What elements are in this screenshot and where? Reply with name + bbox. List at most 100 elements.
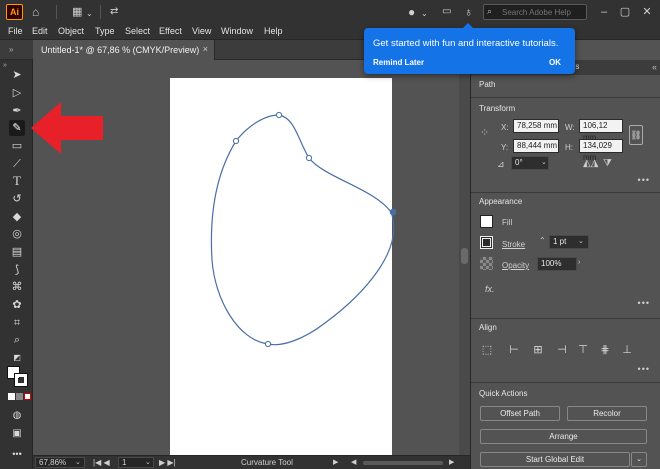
ok-button[interactable]: OK — [549, 58, 561, 67]
home-icon[interactable]: ⌂ — [32, 4, 39, 20]
maximize-icon[interactable]: ▢ — [616, 3, 634, 21]
menu-object[interactable]: Object — [58, 26, 84, 36]
collapse-icon[interactable]: » — [3, 62, 7, 69]
transform-more-icon[interactable]: ••• — [638, 175, 650, 185]
next-artboard-icon[interactable]: ▶ ▶| — [159, 458, 176, 467]
y-field[interactable]: 88,444 mm — [513, 139, 559, 153]
direct-selection-tool-icon[interactable]: ▷ — [9, 85, 25, 101]
collapse-toolbar-icon[interactable]: » — [9, 45, 13, 54]
reference-point-icon[interactable]: ⁘ — [480, 126, 489, 139]
screen-mode-icon[interactable]: ▣ — [9, 426, 25, 442]
effects-icon[interactable]: fx. — [485, 284, 495, 294]
menu-effect[interactable]: Effect — [159, 26, 182, 36]
chevron-down-icon[interactable]: ⌄ — [75, 458, 81, 466]
fill-color-swatch[interactable] — [480, 215, 493, 228]
search-field[interactable]: ⌕ — [483, 4, 587, 20]
chevron-down-icon[interactable]: ⌄ — [421, 6, 428, 22]
menu-select[interactable]: Select — [125, 26, 150, 36]
close-icon[interactable]: × — [203, 44, 208, 54]
none-mode-icon[interactable] — [24, 393, 31, 400]
user-icon[interactable]: ● — [408, 4, 415, 20]
align-horizontal-center-icon[interactable]: ⊞ — [531, 343, 545, 357]
swap-colors-icon[interactable]: ◩ ⇅ — [9, 350, 25, 378]
previous-artboard-icon[interactable]: |◀ ◀ — [93, 458, 110, 467]
shape-builder-tool-icon[interactable]: ◎ — [9, 226, 25, 242]
panel-icon[interactable]: ▭ — [442, 4, 451, 20]
chevron-down-icon[interactable]: ⌄ — [145, 458, 151, 466]
align-to-icon[interactable]: ⬚ — [480, 343, 494, 357]
flip-horizontal-icon[interactable]: ◭◮ — [583, 158, 598, 169]
fill-label[interactable]: Fill — [502, 218, 512, 227]
menu-help[interactable]: Help — [264, 26, 283, 36]
minimize-icon[interactable]: – — [595, 3, 613, 21]
arrange-button[interactable]: Arrange — [480, 429, 647, 444]
type-tool-icon[interactable]: T — [9, 173, 25, 189]
workspace-icon[interactable]: ▦ — [72, 4, 82, 20]
align-top-icon[interactable]: ⊤ — [576, 343, 590, 357]
draw-mode-icon[interactable]: ◍ — [9, 408, 25, 424]
color-mode-icon[interactable] — [8, 393, 15, 400]
eyedropper-tool-icon[interactable]: ⟆ — [9, 262, 25, 278]
stroke-stepper-icon[interactable]: ⌃ — [539, 236, 546, 245]
remind-later-button[interactable]: Remind Later — [373, 58, 424, 67]
chevron-down-icon[interactable]: ⌄ — [578, 237, 584, 245]
pen-tool-icon[interactable]: ✒ — [9, 103, 25, 119]
stroke-color-swatch[interactable] — [480, 236, 493, 249]
appearance-section — [471, 192, 660, 312]
rectangle-tool-icon[interactable]: ▭ — [9, 138, 25, 154]
panel-collapse-icon[interactable]: « — [652, 62, 657, 72]
global-edit-options-icon[interactable]: ⌄ — [631, 452, 647, 467]
eraser-tool-icon[interactable]: ◆ — [9, 209, 25, 225]
align-bottom-icon[interactable]: ⊥ — [620, 343, 634, 357]
vertical-scrollbar[interactable] — [459, 60, 470, 455]
h-field[interactable]: 134,029 mm — [579, 139, 623, 162]
paintbrush-tool-icon[interactable]: ⟋ — [9, 156, 25, 172]
symbol-sprayer-tool-icon[interactable]: ✿ — [9, 297, 25, 313]
recolor-button[interactable]: Recolor — [567, 406, 647, 421]
horizontal-scrollbar[interactable] — [363, 461, 443, 465]
start-global-edit-button[interactable]: Start Global Edit — [480, 452, 630, 467]
stroke-label[interactable]: Stroke — [502, 240, 525, 249]
scrollbar-thumb[interactable] — [461, 248, 468, 264]
chevron-down-icon[interactable]: ⌄ — [86, 6, 93, 22]
align-left-icon[interactable]: ⊢ — [507, 343, 521, 357]
gradient-tool-icon[interactable]: ▤ — [9, 244, 25, 260]
more-tools-icon[interactable]: ••• — [9, 446, 25, 462]
rotate-tool-icon[interactable]: ↺ — [9, 191, 25, 207]
offset-path-button[interactable]: Offset Path — [480, 406, 560, 421]
align-more-icon[interactable]: ••• — [638, 364, 650, 374]
gradient-mode-icon[interactable] — [16, 393, 23, 400]
constrain-proportions-icon[interactable]: ⛓ — [629, 125, 643, 145]
flip-vertical-icon[interactable]: ⧩ — [603, 158, 612, 169]
align-right-icon[interactable]: ⊣ — [555, 343, 569, 357]
opacity-label[interactable]: Opacity — [502, 261, 529, 270]
w-field[interactable]: 106,12 mm — [579, 119, 623, 142]
appearance-more-icon[interactable]: ••• — [638, 298, 650, 308]
menu-type[interactable]: Type — [95, 26, 115, 36]
scroll-right-icon[interactable]: ▶ — [449, 458, 454, 466]
lightbulb-icon[interactable]: ♁ — [464, 4, 473, 20]
zoom-tool-icon[interactable]: ⌕ — [9, 332, 25, 348]
stroke-swatch[interactable] — [14, 373, 28, 387]
opacity-field[interactable]: 100% — [537, 257, 577, 271]
x-field[interactable]: 78,258 mm — [513, 119, 559, 133]
menu-file[interactable]: File — [8, 26, 23, 36]
close-icon[interactable]: ✕ — [638, 3, 656, 21]
menu-view[interactable]: View — [192, 26, 211, 36]
selection-tool-icon[interactable]: ➤ — [9, 67, 25, 83]
document-tab[interactable]: Untitled-1* @ 67,86 % (CMYK/Preview) × — [33, 40, 215, 60]
menu-edit[interactable]: Edit — [32, 26, 48, 36]
artboard-number: 1 — [122, 458, 127, 467]
menu-window[interactable]: Window — [221, 26, 253, 36]
chevron-right-icon[interactable]: › — [578, 259, 580, 266]
align-vertical-center-icon[interactable]: ⋕ — [598, 343, 612, 357]
scroll-left-icon[interactable]: ◀ — [351, 458, 356, 466]
curvature-tool-icon[interactable]: ✎ — [9, 120, 25, 136]
arrange-icon[interactable]: ⇄ — [110, 4, 118, 20]
chevron-down-icon[interactable]: ⌄ — [541, 158, 547, 166]
tooltip-arrow — [463, 23, 473, 28]
blend-tool-icon[interactable]: ⌘ — [9, 279, 25, 295]
artboard-tool-icon[interactable]: ⌗ — [9, 315, 25, 331]
status-menu-icon[interactable]: ▶ — [333, 458, 338, 466]
search-input[interactable] — [502, 6, 584, 18]
